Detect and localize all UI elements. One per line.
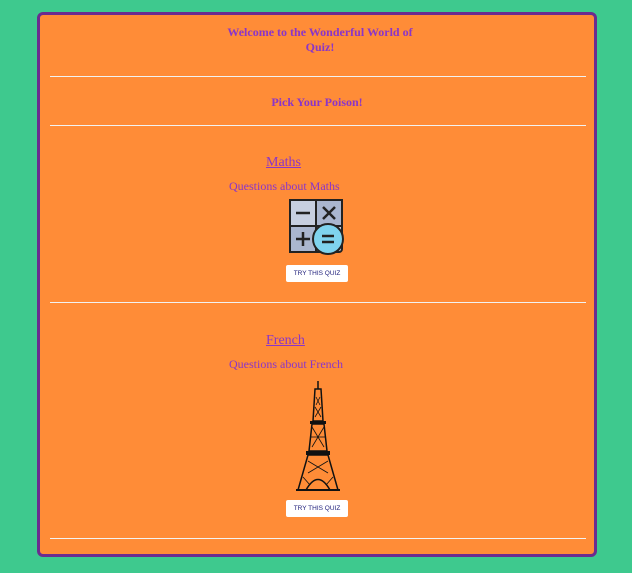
divider [50,76,586,77]
eiffel-tower-icon [296,381,340,491]
try-quiz-button-maths[interactable]: TRY THIS QUIZ [286,265,348,282]
quiz-link-maths[interactable]: Maths [266,155,301,171]
page-title: Welcome to the Wonderful World of Quiz! [227,25,413,54]
quiz-description-maths: Questions about Maths [229,179,340,193]
calculator-icon [289,199,344,255]
try-quiz-button-french[interactable]: TRY THIS QUIZ [286,500,348,517]
page-subtitle: Pick Your Poison! [271,95,363,109]
divider [50,302,586,303]
quiz-description-french: Questions about French [229,357,343,371]
quiz-card: Welcome to the Wonderful World of Quiz! … [37,12,597,557]
divider [50,538,586,539]
quiz-link-french[interactable]: French [266,333,305,349]
divider [50,125,586,126]
